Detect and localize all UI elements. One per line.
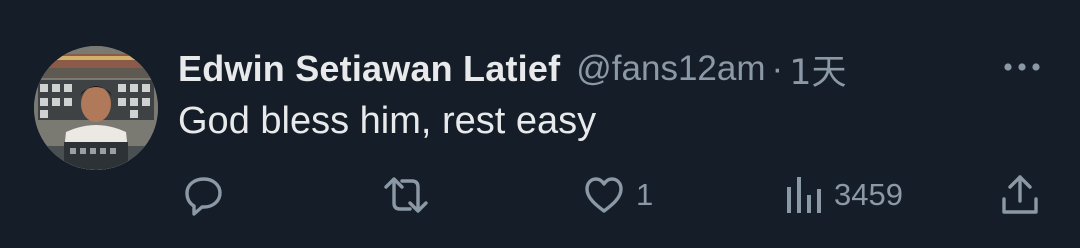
like-count: 1 [636,177,654,212]
separator-dot: · [771,49,784,88]
tweet[interactable]: Edwin Setiawan Latief @fans12am · 1天 God… [0,0,1080,248]
heart-icon [585,177,623,213]
reply-icon [185,177,222,216]
retweet-icon [384,177,428,213]
action-bar: 1 3459 [0,170,1080,220]
retweet-button[interactable] [382,170,430,220]
user-handle[interactable]: @fans12am [576,49,765,89]
avatar[interactable] [34,46,158,170]
more-dots-icon [1004,63,1040,71]
timestamp[interactable]: 1天 [789,44,846,95]
like-button[interactable]: 1 [582,170,653,220]
avatar-image [34,46,158,170]
display-name[interactable]: Edwin Setiawan Latief [178,48,560,90]
tweet-header: Edwin Setiawan Latief @fans12am · 1天 [178,44,846,94]
reply-button[interactable] [182,170,226,220]
views-count: 3459 [834,177,903,212]
share-icon [1002,175,1038,214]
tweet-text: God bless him, rest easy [178,100,597,142]
more-options-button[interactable] [1000,52,1044,82]
views-chart-icon [787,177,821,213]
views-button[interactable]: 3459 [784,170,903,220]
share-button[interactable] [998,170,1042,220]
